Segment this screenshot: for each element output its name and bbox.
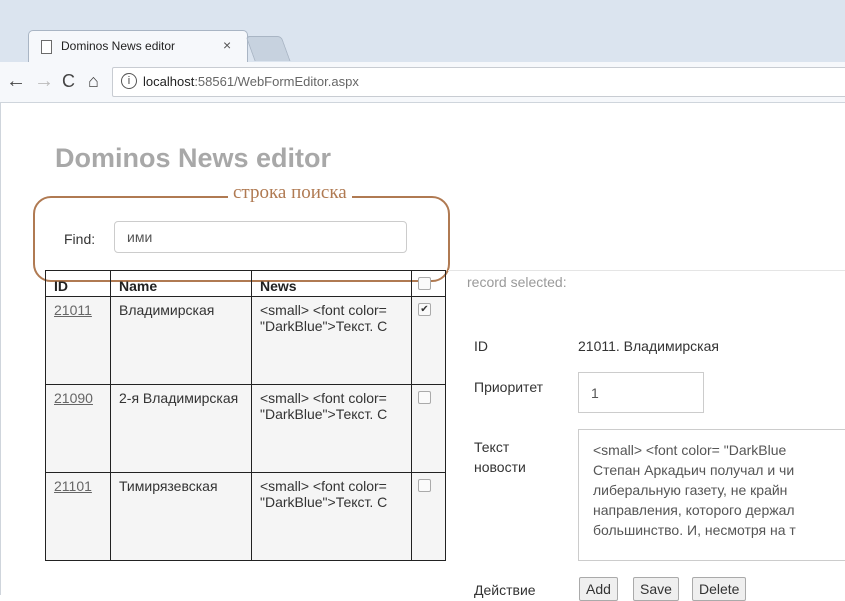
id-label: ID <box>474 338 488 354</box>
id-value: 21011. Владимирская <box>578 338 719 354</box>
page-icon <box>41 40 52 54</box>
search-annotation-caption: строка поиска <box>228 182 352 204</box>
row-id-link[interactable]: 21101 <box>54 478 92 494</box>
news-text-area[interactable]: <small> <font color= "DarkBlue Степан Ар… <box>578 429 845 561</box>
row-id-link[interactable]: 21090 <box>54 390 93 406</box>
back-arrow-icon[interactable]: ← <box>6 68 26 94</box>
save-button[interactable]: Save <box>633 577 679 601</box>
page-title: Dominos News editor <box>55 143 332 173</box>
row-checkbox[interactable] <box>418 479 431 492</box>
row-news: <small> <font color= "DarkBlue">Текст. С <box>251 384 412 473</box>
info-icon[interactable]: i <box>121 73 137 89</box>
row-news: <small> <font color= "DarkBlue">Текст. С <box>251 296 412 385</box>
column-header-name: Name <box>110 270 252 297</box>
row-name: Владимирская <box>110 296 252 385</box>
reload-icon[interactable]: C <box>62 68 75 94</box>
url-text: localhost:58561/WebFormEditor.aspx <box>143 74 359 89</box>
row-news: <small> <font color= "DarkBlue">Текст. С <box>251 472 412 561</box>
window-border <box>0 102 1 595</box>
news-table: ID Name News 21011 Владимирская <small> … <box>45 270 446 561</box>
table-row[interactable]: 21101 Тимирязевская <small> <font color=… <box>45 472 446 561</box>
record-selected-label: record selected: <box>467 274 567 290</box>
forward-arrow-icon[interactable]: → <box>34 68 54 94</box>
row-name: 2-я Владимирская <box>110 384 252 473</box>
priority-input[interactable] <box>578 372 704 413</box>
news-text-label: Текст новости <box>474 439 526 475</box>
column-header-news: News <box>251 270 412 297</box>
browser-tab[interactable]: Dominos News editor × <box>28 30 248 63</box>
row-checkbox[interactable]: ✔ <box>418 303 431 316</box>
search-input[interactable] <box>114 221 407 253</box>
action-label: Действие <box>474 582 536 598</box>
close-icon[interactable]: × <box>223 37 231 53</box>
row-checkbox[interactable] <box>418 391 431 404</box>
find-label: Find: <box>64 231 96 247</box>
row-name: Тимирязевская <box>110 472 252 561</box>
home-icon[interactable]: ⌂ <box>88 68 99 94</box>
tab-title: Dominos News editor <box>61 39 176 53</box>
row-id-link[interactable]: 21011 <box>54 302 92 318</box>
url-path: :58561/WebFormEditor.aspx <box>194 74 359 89</box>
browser-toolbar: ← → C ⌂ i localhost:58561/WebFormEditor.… <box>0 62 845 103</box>
url-host: localhost <box>143 74 195 89</box>
address-bar[interactable]: i localhost:58561/WebFormEditor.aspx <box>112 67 845 97</box>
column-header-select <box>411 270 446 297</box>
select-all-checkbox[interactable] <box>418 277 431 290</box>
column-header-id: ID <box>45 270 111 297</box>
table-row[interactable]: 21011 Владимирская <small> <font color= … <box>45 296 446 385</box>
details-divider <box>448 270 845 271</box>
priority-label: Приоритет <box>474 379 544 395</box>
add-button[interactable]: Add <box>579 577 618 601</box>
delete-button[interactable]: Delete <box>692 577 747 601</box>
table-row[interactable]: 21090 2-я Владимирская <small> <font col… <box>45 384 446 473</box>
table-header-row: ID Name News <box>45 270 446 297</box>
